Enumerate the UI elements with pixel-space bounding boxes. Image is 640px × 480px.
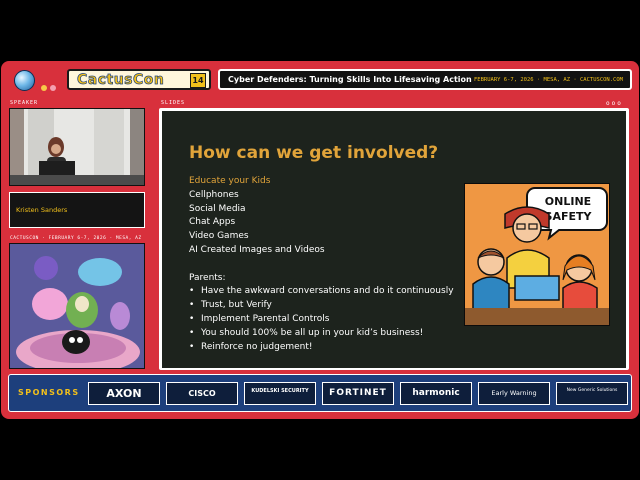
sponsor-logo-fortinet: FORTINET — [322, 382, 394, 405]
kid-item: Chat Apps — [189, 217, 236, 228]
parent-item: • Reinforce no judgement! — [189, 341, 313, 352]
sponsor-logo-cisco: CISCO — [166, 382, 238, 405]
parent-item: • Trust, but Verify — [189, 300, 272, 311]
illustration-text-1: ONLINE — [545, 195, 591, 208]
sponsor-logo-axon: AXON — [88, 382, 160, 405]
kid-item: Social Media — [189, 203, 246, 214]
speaker-name: Kristen Sanders — [16, 206, 68, 214]
sponsors-label: SPONSORS — [18, 388, 80, 397]
talk-title-bar: Cyber Defenders: Turning Skills Into Lif… — [218, 69, 632, 90]
parents-heading: Parents: — [189, 272, 226, 283]
sponsor-logo-new-generic: New Generic Solutions — [556, 382, 628, 405]
sponsors-bar: SPONSORS AXON CISCO KUDELSKI SECURITY FO… — [8, 374, 632, 412]
parent-item: • You should 100% be all up in your kid’s… — [189, 327, 424, 338]
yellow-dot-icon — [41, 85, 47, 91]
event-info: FEBRUARY 6-7, 2026 · MESA, AZ · CACTUSCO… — [473, 77, 623, 83]
slide-canvas: How can we get involved? Educate your Ki… — [162, 111, 626, 368]
slides-window-controls: ooo — [606, 100, 623, 107]
speaker-video — [9, 108, 145, 186]
kid-item: AI Created Images and Videos — [189, 244, 325, 255]
slide-intro: Educate your Kids — [189, 176, 271, 186]
art-caption: CACTUSCON · FEBRUARY 6-7, 2026 · MESA, A… — [10, 236, 142, 241]
window-dots — [41, 76, 59, 95]
mascot-art-image — [10, 244, 144, 368]
sponsor-logo-kudelski: KUDELSKI SECURITY — [244, 382, 316, 405]
slide-heading: How can we get involved? — [189, 143, 439, 163]
globe-icon — [14, 70, 35, 91]
stream-frame: CactusCon 14 Cyber Defenders: Turning Sk… — [1, 61, 639, 419]
sponsor-logo-harmonic: harmonic — [400, 382, 472, 405]
parent-item: • Implement Parental Controls — [189, 313, 330, 324]
kid-item: Video Games — [189, 231, 249, 242]
mascot-artwork — [9, 243, 145, 369]
illustration-text-2: SAFETY — [545, 210, 593, 223]
speaker-name-box: Kristen Sanders — [9, 192, 145, 228]
logo-text: CactusCon — [77, 72, 165, 89]
parent-item: • Have the awkward conversations and do i… — [189, 286, 454, 297]
kid-item: Cellphones — [189, 189, 239, 200]
online-safety-illustration: ONLINE SAFETY — [464, 183, 610, 326]
logo-edition-badge: 14 — [190, 73, 206, 88]
talk-title: Cyber Defenders: Turning Skills Into Lif… — [228, 75, 472, 84]
slides-panel: How can we get involved? Educate your Ki… — [159, 108, 629, 370]
top-bar: CactusCon 14 Cyber Defenders: Turning Sk… — [7, 66, 633, 92]
cactuscon-logo: CactusCon 14 — [67, 69, 211, 90]
pink-dot-icon — [50, 85, 56, 91]
speaker-scene-image — [10, 109, 144, 185]
sponsor-logo-early-warning: Early Warning — [478, 382, 550, 405]
slides-label: SLIDES — [161, 100, 186, 106]
slide-body: Educate your Kids Cellphones Social Medi… — [189, 175, 454, 354]
speaker-label: SPEAKER — [10, 100, 39, 106]
